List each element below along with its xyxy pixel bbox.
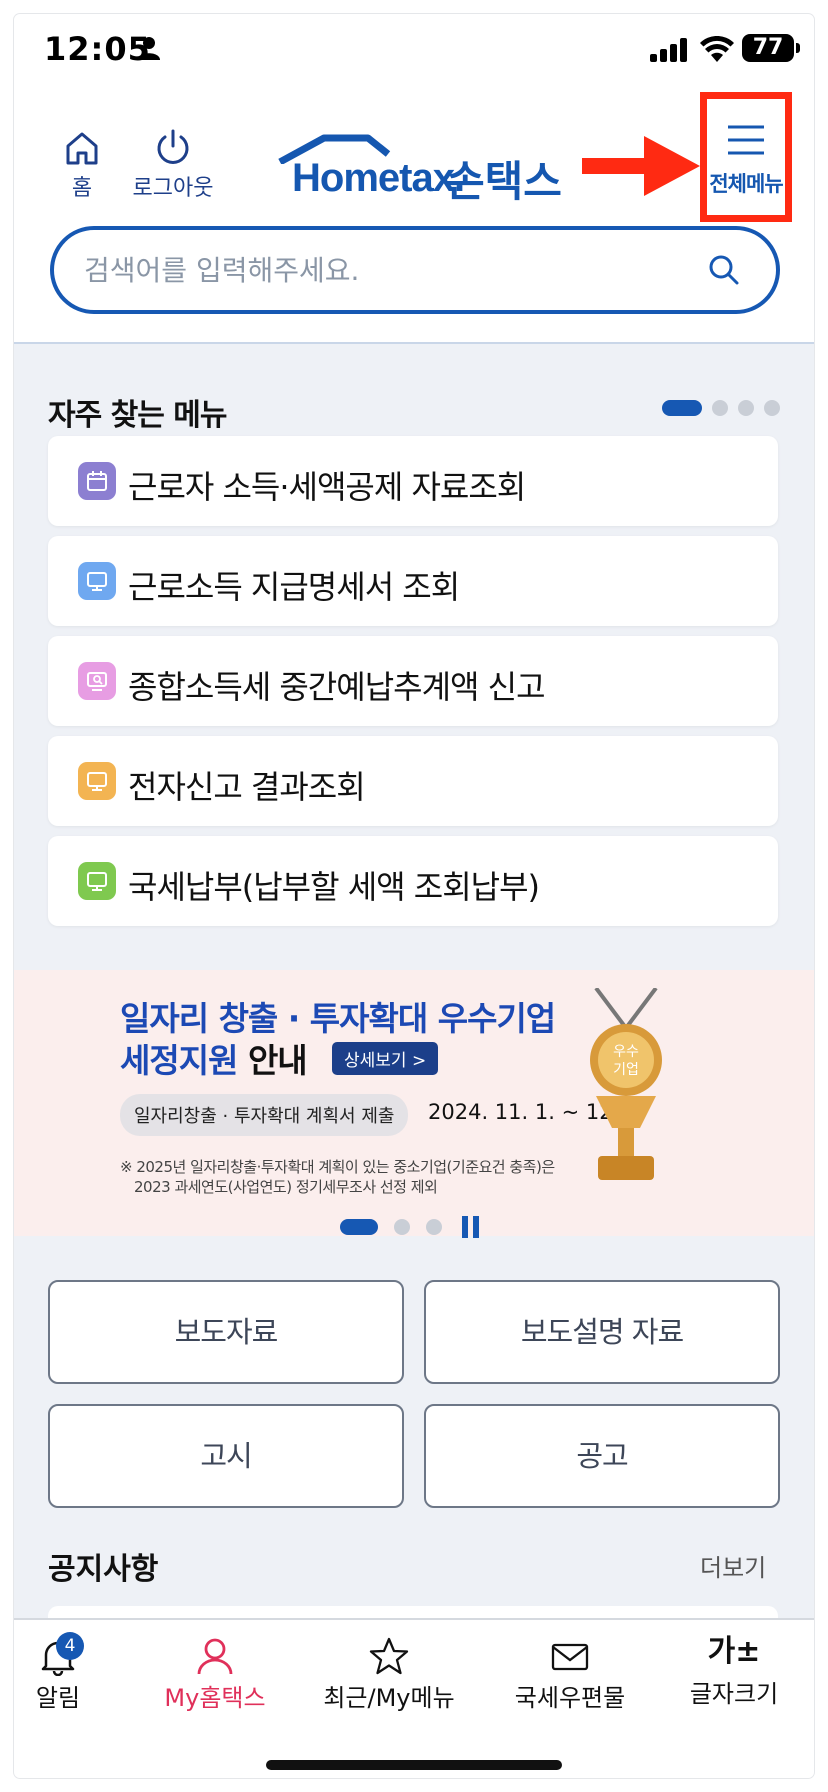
frequent-item-efiling-result[interactable]: 전자신고 결과조회: [48, 736, 778, 826]
frequent-item-label: 종합소득세 중간예납추계액 신고: [128, 668, 546, 706]
notice-more-link[interactable]: 더보기: [700, 1548, 766, 1583]
frequent-menu-title: 자주 찾는 메뉴: [48, 398, 227, 433]
monitor-icon: [78, 862, 116, 900]
pager-dot[interactable]: [712, 400, 728, 416]
frequent-item-label: 근로자 소득·세액공제 자료조회: [128, 468, 526, 506]
notice-section-title: 공지사항: [48, 1552, 159, 1587]
home-indicator: [266, 1760, 562, 1770]
calendar-icon: [78, 462, 116, 500]
logout-button[interactable]: 로그아웃: [118, 128, 228, 202]
cellular-signal-icon: [650, 38, 690, 66]
pager-dot-active[interactable]: [662, 400, 702, 416]
banner-note: ※ 2025년 일자리창출·투자확대 계획이 있는 중소기업(기준요건 충족)은: [120, 1158, 555, 1176]
frequent-item-payment-statement[interactable]: 근로소득 지급명세서 조회: [48, 536, 778, 626]
logo-sontax-text: 손택스: [446, 157, 562, 206]
user-icon: [197, 1638, 233, 1675]
frequent-item-label: 전자신고 결과조회: [128, 768, 366, 806]
monitor-icon: [78, 762, 116, 800]
svg-text:우수: 우수: [613, 1044, 639, 1060]
official-notice-button[interactable]: 고시: [48, 1404, 404, 1508]
tab-my-hometax[interactable]: My홈택스: [140, 1630, 290, 1713]
battery-icon: 77: [742, 34, 800, 62]
logo-hometax-text: Hometax.: [292, 156, 465, 200]
search-input[interactable]: [84, 248, 684, 292]
banner-pager: [340, 1216, 479, 1238]
home-icon: [66, 132, 98, 165]
status-time: 12:05: [44, 30, 151, 68]
red-arrow-annotation: [582, 136, 700, 196]
phone-screen: 12:05 77 홈 로그아웃 Hometax. 손택스 전체메뉴 검색어를 입…: [14, 14, 814, 1778]
banner-dot[interactable]: [426, 1219, 442, 1235]
frequent-item-label: 국세납부(납부할 세액 조회납부): [128, 868, 540, 906]
tab-label: 국세우편물: [514, 1684, 626, 1712]
tab-label: 최근/My메뉴: [323, 1684, 455, 1712]
banner-note: 2023 과세연도(사업연도) 정기세무조사 선정 제외: [134, 1178, 438, 1196]
tab-label: 글자크기: [689, 1680, 779, 1708]
tab-label: 알림: [35, 1684, 81, 1712]
tab-recent-menu[interactable]: 최근/My메뉴: [304, 1630, 474, 1713]
home-button[interactable]: 홈: [54, 130, 110, 202]
hometax-logo[interactable]: Hometax. 손택스: [276, 134, 576, 206]
banner-pill: 일자리창출 · 투자확대 계획서 제출: [120, 1094, 409, 1136]
frequent-menu-list: 근로자 소득·세액공제 자료조회 근로소득 지급명세서 조회 종합소득세 중간예…: [48, 436, 778, 936]
promo-banner[interactable]: 일자리 창출 · 투자확대 우수기업 세정지원 안내 상세보기 > 일자리창출 …: [14, 970, 814, 1238]
press-release-button[interactable]: 보도자료: [48, 1280, 404, 1384]
banner-detail-button[interactable]: 상세보기 >: [332, 1042, 439, 1075]
monitor-icon: [78, 562, 116, 600]
home-label: 홈: [71, 176, 93, 201]
pause-icon[interactable]: [462, 1216, 479, 1238]
svg-text:기업: 기업: [613, 1062, 639, 1078]
frequent-item-interim-prepayment[interactable]: 종합소득세 중간예납추계액 신고: [48, 636, 778, 726]
frequent-item-label: 근로소득 지급명세서 조회: [128, 568, 460, 606]
power-icon: [157, 129, 189, 164]
banner-dot-active[interactable]: [340, 1219, 378, 1235]
person-icon: [138, 36, 160, 64]
frequent-menu-pager: [662, 400, 780, 416]
banner-dot[interactable]: [394, 1219, 410, 1235]
tab-label: My홈택스: [164, 1684, 266, 1712]
frequent-item-deduction-lookup[interactable]: 근로자 소득·세액공제 자료조회: [48, 436, 778, 526]
announcement-button[interactable]: 공고: [424, 1404, 780, 1508]
app-header: 홈 로그아웃 Hometax. 손택스 전체메뉴: [14, 84, 814, 344]
status-bar: 12:05 77: [14, 14, 814, 84]
logout-label: 로그아웃: [132, 176, 214, 201]
wifi-icon: [700, 35, 734, 66]
press-explanation-button[interactable]: 보도설명 자료: [424, 1280, 780, 1384]
pager-dot[interactable]: [764, 400, 780, 416]
alert-count-badge: 4: [56, 1632, 84, 1660]
frequent-item-tax-payment[interactable]: 국세납부(납부할 세액 조회납부): [48, 836, 778, 926]
bottom-tab-bar: 4 알림 My홈택스 최근/My메뉴 국세우편물 가± 글자크기: [14, 1618, 814, 1778]
search-bar: [50, 226, 780, 314]
tab-tax-mail[interactable]: 국세우편물: [500, 1630, 640, 1713]
mail-icon: [551, 1643, 589, 1671]
red-highlight-box: [700, 92, 792, 222]
trophy-icon: 우수 기업: [590, 988, 662, 1180]
monitor-search-icon: [78, 662, 116, 700]
tab-alerts[interactable]: 4 알림: [28, 1630, 88, 1713]
search-icon[interactable]: [708, 254, 740, 286]
tab-font-size[interactable]: 가± 글자크기: [674, 1630, 794, 1709]
banner-headline: 일자리 창출 · 투자확대 우수기업: [120, 999, 556, 1038]
banner-subheadline: 세정지원 안내: [120, 1041, 308, 1080]
font-size-icon: 가±: [707, 1634, 761, 1669]
star-icon: [369, 1637, 409, 1675]
pager-dot[interactable]: [738, 400, 754, 416]
